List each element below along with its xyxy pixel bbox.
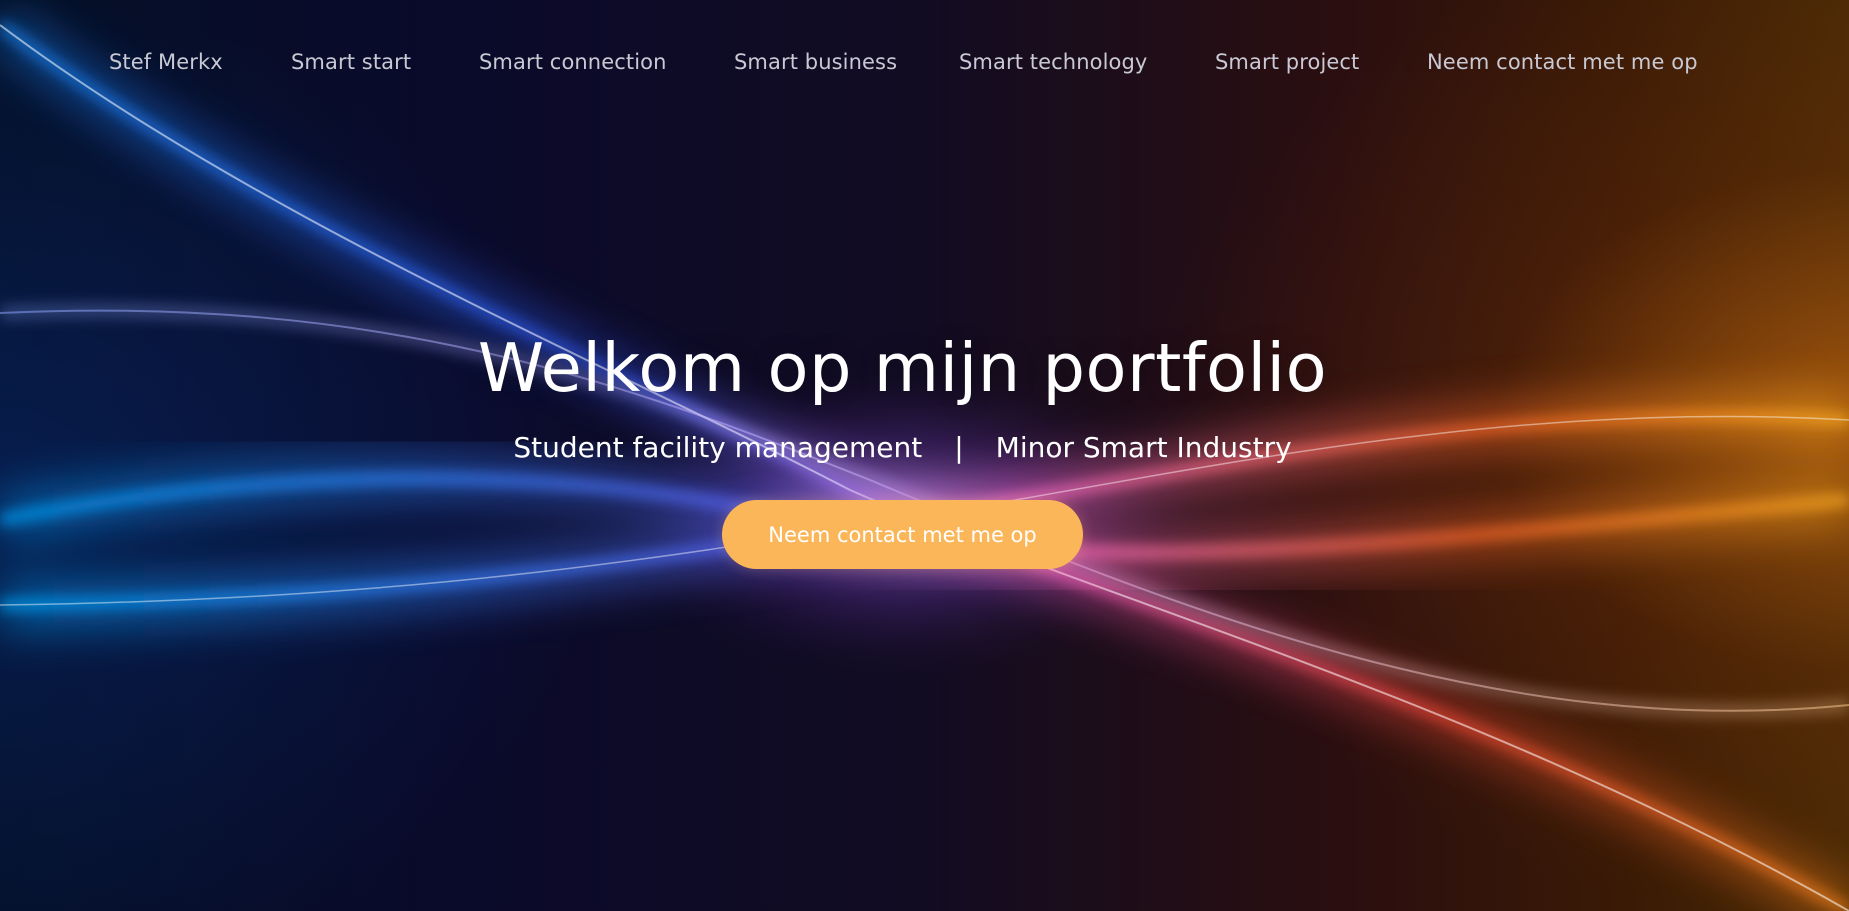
nav-link-smart-connection[interactable]: Smart connection <box>479 50 667 74</box>
nav-link-contact[interactable]: Neem contact met me op <box>1427 50 1698 74</box>
nav-link-smart-business[interactable]: Smart business <box>734 50 897 74</box>
contact-cta-button[interactable]: Neem contact met me op <box>722 500 1083 569</box>
hero-section: Stef Merkx Smart start Smart connection … <box>0 0 1849 911</box>
top-navigation: Stef Merkx Smart start Smart connection … <box>0 0 1849 130</box>
nav-link-smart-project[interactable]: Smart project <box>1215 50 1359 74</box>
nav-brand-link[interactable]: Stef Merkx <box>109 50 223 74</box>
nav-link-smart-start[interactable]: Smart start <box>291 50 411 74</box>
nav-link-smart-technology[interactable]: Smart technology <box>959 50 1147 74</box>
light-waves-background <box>0 8 1849 911</box>
